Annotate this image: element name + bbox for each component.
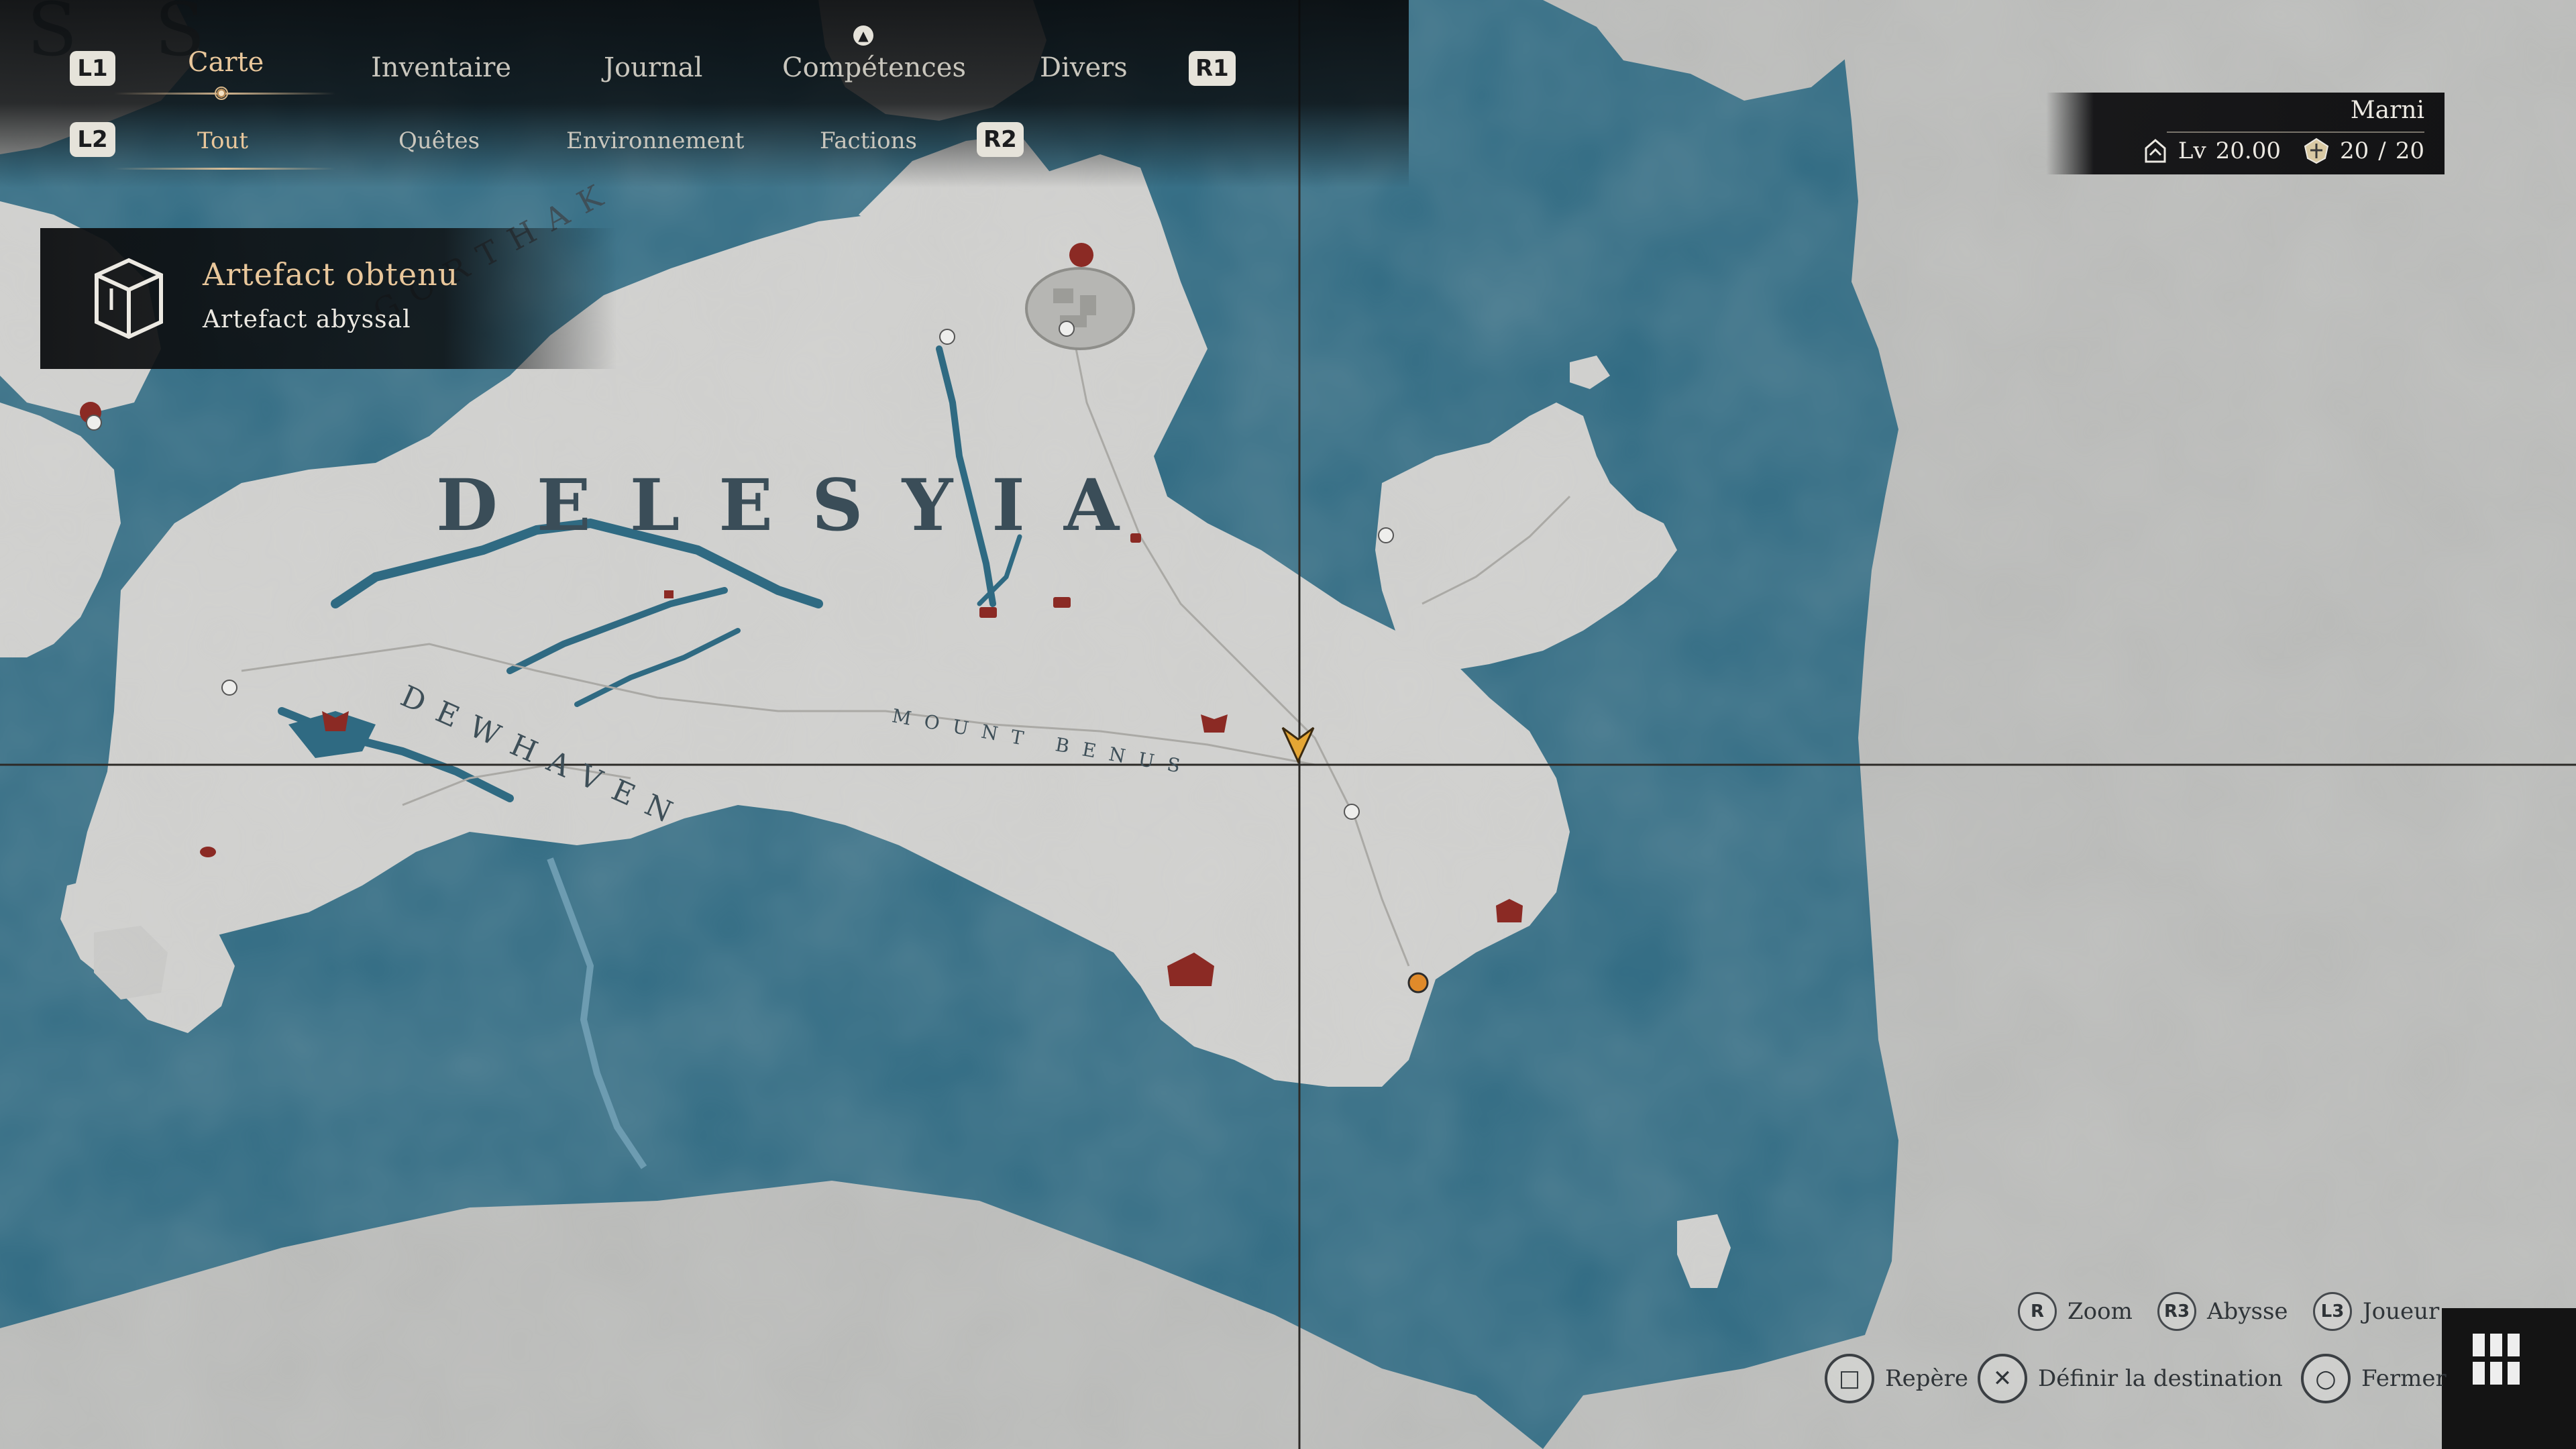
prompt-joueur[interactable]: L3 Joueur: [2313, 1292, 2439, 1331]
tab-carte[interactable]: Carte: [188, 47, 264, 78]
prompt-zoom[interactable]: R Zoom: [2018, 1292, 2133, 1331]
grid-cell: [2490, 1334, 2502, 1356]
tab-competences[interactable]: Compétences: [782, 52, 966, 83]
l2-button[interactable]: L2: [70, 122, 115, 157]
grid-menu-icon[interactable]: [2473, 1334, 2524, 1385]
subtab-factions[interactable]: Factions: [820, 127, 917, 154]
grid-cell: [2473, 1362, 2485, 1385]
hp-separator: /: [2378, 138, 2386, 164]
poi-3[interactable]: [979, 607, 997, 618]
waypoint-4[interactable]: [1378, 527, 1394, 543]
tab-carte-indicator-icon: [215, 87, 228, 100]
prompt-repere[interactable]: □ Repère: [1825, 1354, 1968, 1403]
prompt-fermer-label: Fermer: [2361, 1365, 2447, 1392]
r2-button[interactable]: R2: [977, 122, 1024, 157]
waypoint-5[interactable]: [1344, 804, 1360, 820]
circle-button-icon: ○: [2301, 1354, 2351, 1403]
player-divider: [2167, 131, 2424, 133]
city-north-block-1: [1053, 288, 1073, 303]
waypoint-3[interactable]: [1059, 321, 1075, 337]
r-stick-icon: R: [2018, 1292, 2057, 1331]
tab-divers[interactable]: Divers: [1040, 52, 1128, 83]
prompt-fermer[interactable]: ○ Fermer: [2301, 1354, 2447, 1403]
prompt-repere-label: Repère: [1885, 1365, 1968, 1392]
subtab-tout[interactable]: Tout: [197, 127, 248, 154]
prompt-abysse-label: Abysse: [2207, 1298, 2288, 1325]
prompt-abysse[interactable]: R3 Abysse: [2157, 1292, 2288, 1331]
tab-journal[interactable]: Journal: [604, 52, 702, 83]
level-value: 20.00: [2215, 138, 2281, 164]
prompt-destination[interactable]: ✕ Définir la destination: [1978, 1354, 2283, 1403]
grid-cell: [2473, 1334, 2485, 1356]
city-north: [1025, 267, 1135, 350]
subtab-environnement[interactable]: Environnement: [566, 127, 744, 154]
poi-11[interactable]: [664, 590, 674, 598]
player-panel: Marni Lv 20.00 20 / 20: [2046, 93, 2445, 174]
notification-dot-icon: ▲: [853, 25, 873, 46]
prompt-joueur-label: Joueur: [2363, 1298, 2440, 1325]
hp-current: 20: [2340, 138, 2369, 164]
artifact-box-icon: [95, 258, 163, 339]
waypoint-2[interactable]: [939, 329, 955, 345]
city-north-block-2: [1080, 295, 1096, 315]
grid-cell: [2508, 1362, 2520, 1385]
objective-marker[interactable]: [1407, 972, 1429, 994]
waypoint-1[interactable]: [221, 680, 237, 696]
player-name: Marni: [2350, 97, 2424, 124]
square-button-icon: □: [1825, 1354, 1874, 1403]
grid-cell: [2508, 1334, 2520, 1356]
level-icon: [2145, 139, 2166, 163]
subtab-quetes[interactable]: Quêtes: [398, 127, 480, 154]
r3-stick-icon: R3: [2157, 1292, 2196, 1331]
land-texture: [0, 0, 2576, 1449]
poi-4[interactable]: [1053, 597, 1071, 608]
notification-title: Artefact obtenu: [203, 256, 459, 292]
region-label-delesyia: DELESYIA: [436, 463, 1159, 547]
waypoint-6[interactable]: [86, 415, 102, 431]
cross-button-icon: ✕: [1978, 1354, 2027, 1403]
artifact-notification: Artefact obtenu Artefact abyssal: [40, 228, 617, 369]
tab-inventaire[interactable]: Inventaire: [371, 52, 511, 83]
prompt-destination-label: Définir la destination: [2038, 1365, 2283, 1392]
subtab-tout-underline: [114, 168, 335, 170]
l1-button[interactable]: L1: [70, 51, 115, 86]
player-stats: Lv 20.00 20 / 20: [2142, 137, 2424, 165]
r1-button[interactable]: R1: [1189, 51, 1236, 86]
hp-max: 20: [2395, 138, 2424, 164]
health-icon: [2304, 138, 2329, 164]
grid-cell: [2490, 1362, 2502, 1385]
world-map[interactable]: [0, 0, 2576, 1449]
l3-stick-icon: L3: [2313, 1292, 2352, 1331]
poi-6[interactable]: [1069, 243, 1093, 267]
prompt-zoom-label: Zoom: [2068, 1298, 2133, 1325]
notification-subtitle: Artefact abyssal: [203, 306, 411, 333]
level-label: Lv: [2178, 138, 2206, 164]
poi-10[interactable]: [200, 847, 216, 857]
